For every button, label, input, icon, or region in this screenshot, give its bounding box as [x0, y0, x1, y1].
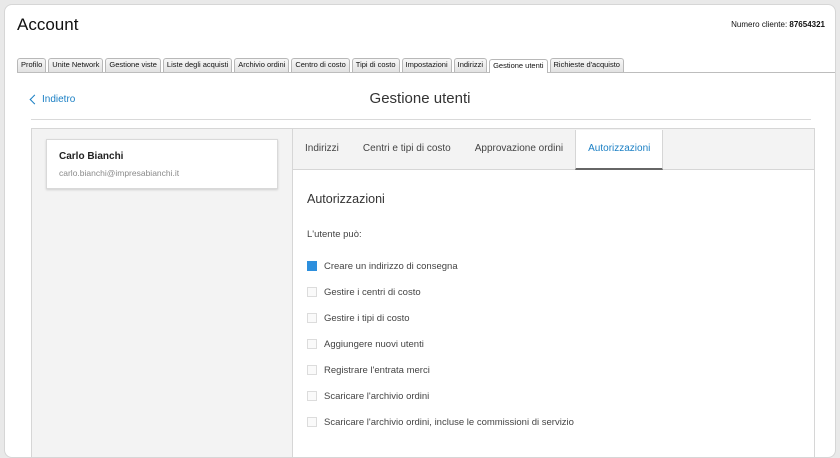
tab-gestione-viste[interactable]: Gestione viste: [105, 58, 161, 72]
subtab-autorizzazioni[interactable]: Autorizzazioni: [575, 130, 664, 170]
section-title: Autorizzazioni: [307, 192, 385, 206]
tab-gestione-utenti[interactable]: Gestione utenti: [489, 59, 548, 73]
tab-indirizzi[interactable]: Indirizzi: [453, 58, 488, 72]
user-detail-pane: Indirizzi Centri e tipi di costo Approva…: [292, 129, 814, 457]
tab-liste-acquisti[interactable]: Liste degli acquisti: [162, 58, 233, 72]
tab-impostazioni[interactable]: Impostazioni: [401, 58, 452, 72]
checkbox[interactable]: [307, 365, 317, 375]
permission-label: Scaricare l'archivio ordini: [324, 390, 430, 402]
permission-item[interactable]: Creare un indirizzo di consegna: [307, 253, 574, 279]
section-lead: L'utente può:: [307, 229, 362, 240]
checkbox[interactable]: [307, 313, 317, 323]
tab-unite-network[interactable]: Unite Network: [48, 58, 104, 72]
tab-tipi-di-costo[interactable]: Tipi di costo: [351, 58, 400, 72]
checkbox[interactable]: [307, 417, 317, 427]
client-number-label: Numero cliente:: [731, 20, 788, 29]
user-name: Carlo Bianchi: [59, 151, 124, 162]
permission-item[interactable]: Aggiungere nuovi utenti: [307, 331, 574, 357]
header-divider: [31, 119, 811, 120]
subtab-centri-tipi-costo[interactable]: Centri e tipi di costo: [351, 129, 463, 169]
permission-list: Creare un indirizzo di consegna Gestire …: [307, 253, 574, 435]
checkbox[interactable]: [307, 391, 317, 401]
user-management-panel: Carlo Bianchi carlo.bianchi@impresabianc…: [31, 128, 815, 457]
permission-label: Registrare l'entrata merci: [324, 364, 430, 376]
client-number: Numero cliente: 87654321: [731, 20, 825, 29]
tab-profilo[interactable]: Profilo: [17, 58, 47, 72]
permission-label: Creare un indirizzo di consegna: [324, 260, 458, 272]
user-email: carlo.bianchi@impresabianchi.it: [59, 168, 180, 178]
subtab-indirizzi[interactable]: Indirizzi: [293, 129, 351, 169]
user-card[interactable]: Carlo Bianchi carlo.bianchi@impresabianc…: [46, 139, 278, 189]
permission-label: Scaricare l'archivio ordini, incluse le …: [324, 416, 574, 428]
checkbox[interactable]: [307, 339, 317, 349]
app-title: Account: [17, 15, 79, 34]
tab-archivio-ordini[interactable]: Archivio ordini: [234, 58, 290, 72]
permission-label: Gestire i centri di costo: [324, 286, 421, 298]
checkbox[interactable]: [307, 261, 317, 271]
permission-label: Aggiungere nuovi utenti: [324, 338, 424, 350]
permission-item[interactable]: Registrare l'entrata merci: [307, 357, 574, 383]
tab-richieste-acquisto[interactable]: Richieste d'acquisto: [549, 58, 624, 72]
permission-item[interactable]: Scaricare l'archivio ordini: [307, 383, 574, 409]
tab-centro-di-costo[interactable]: Centro di costo: [291, 58, 350, 72]
main-tabs: Profilo Unite Network Gestione viste Lis…: [17, 58, 835, 73]
permission-item[interactable]: Gestire i centri di costo: [307, 279, 574, 305]
subtab-approvazione-ordini[interactable]: Approvazione ordini: [463, 129, 575, 169]
permission-label: Gestire i tipi di costo: [324, 312, 410, 324]
detail-tabs: Indirizzi Centri e tipi di costo Approva…: [293, 129, 814, 170]
page-title: Gestione utenti: [369, 90, 471, 107]
client-number-value: 87654321: [789, 20, 825, 29]
checkbox[interactable]: [307, 287, 317, 297]
permission-item[interactable]: Scaricare l'archivio ordini, incluse le …: [307, 409, 574, 435]
permission-item[interactable]: Gestire i tipi di costo: [307, 305, 574, 331]
app-window: Account Numero cliente: 87654321 Profilo…: [4, 4, 836, 458]
